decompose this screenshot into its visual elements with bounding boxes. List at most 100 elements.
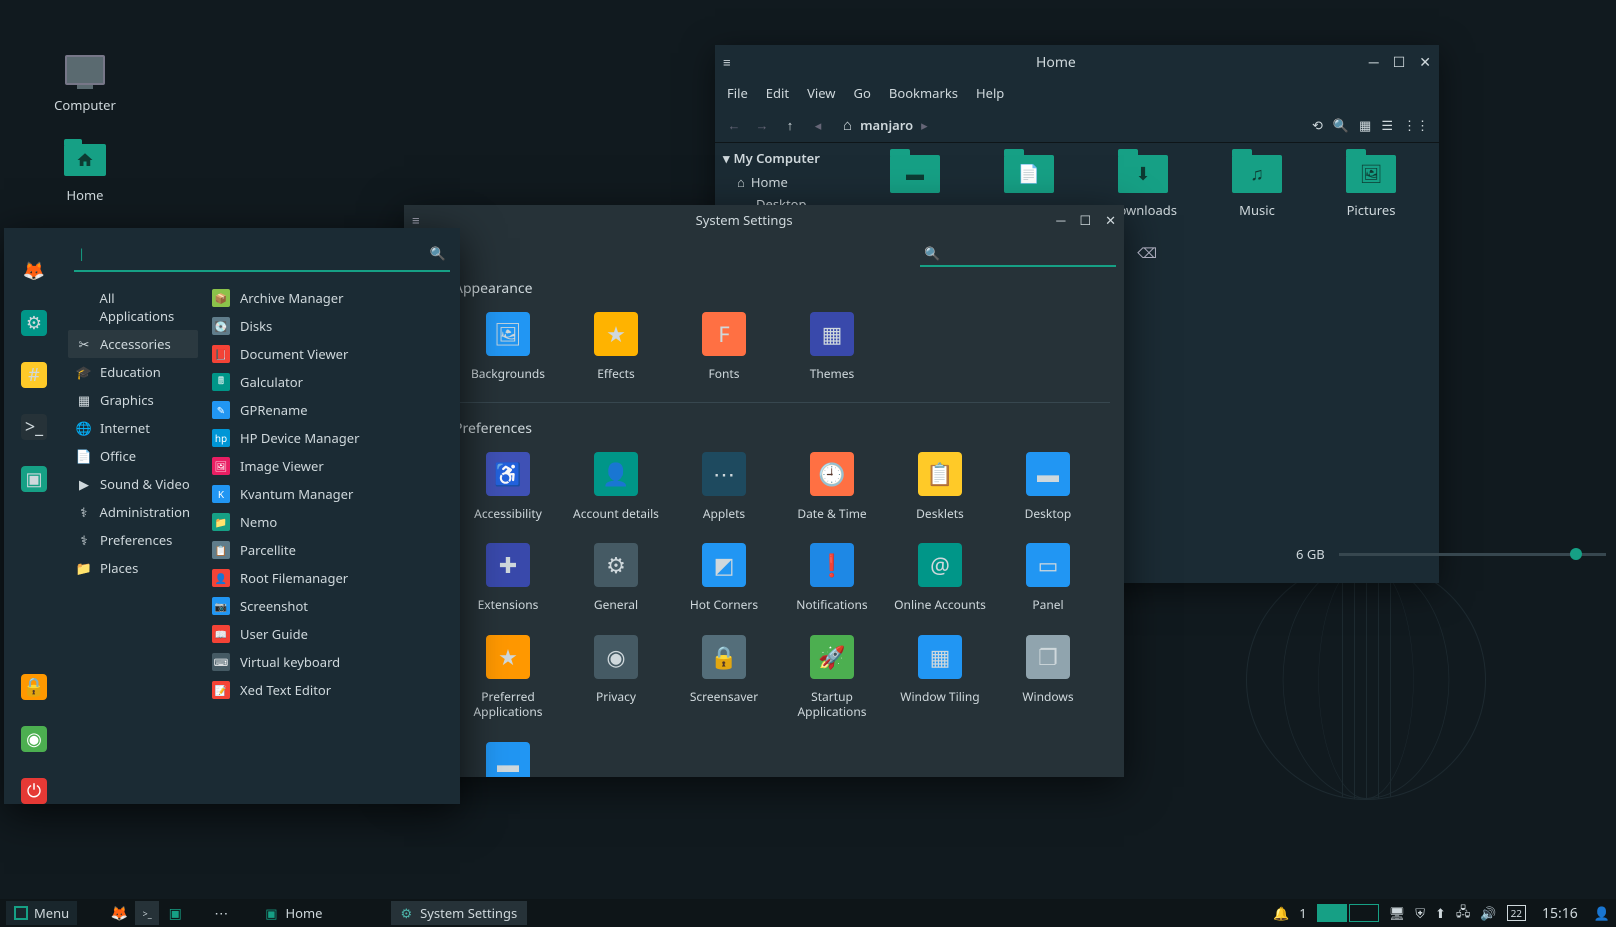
settings-applets[interactable]: ⋯Applets (670, 452, 778, 540)
menu-file[interactable]: File (727, 84, 748, 102)
notes-icon[interactable]: # (21, 362, 47, 388)
network-icon[interactable]: 🖧 (1456, 902, 1471, 925)
settings-extensions[interactable]: ✚Extensions (454, 543, 562, 631)
disk-track[interactable] (1339, 553, 1606, 556)
settings-online-accounts[interactable]: @Online Accounts (886, 543, 994, 631)
app-galculator[interactable]: 🖩Galculator (206, 368, 456, 396)
list-view-button[interactable]: ☰ (1381, 116, 1393, 134)
files-icon[interactable]: ▣ (21, 466, 47, 492)
app-image-viewer[interactable]: 🖼Image Viewer (206, 452, 456, 480)
category-graphics[interactable]: ▦Graphics (68, 386, 198, 414)
settings-general[interactable]: ⚙General (562, 543, 670, 631)
settings-accessibility[interactable]: ♿Accessibility (454, 452, 562, 540)
search-field[interactable]: 🔍 ⌫ (920, 241, 1116, 267)
settings-privacy[interactable]: ◉Privacy (562, 635, 670, 738)
terminal-icon[interactable]: >_ (21, 414, 47, 440)
app-parcellite[interactable]: 📋Parcellite (206, 536, 456, 564)
lock-icon[interactable]: 🔒 (21, 674, 47, 700)
category-office[interactable]: 📄Office (68, 442, 198, 470)
app-document-viewer[interactable]: 📕Document Viewer (206, 340, 456, 368)
app-root-filemanager[interactable]: 👤Root Filemanager (206, 564, 456, 592)
battery-icon[interactable]: 22 (1507, 905, 1526, 921)
app-xed-text-editor[interactable]: 📝Xed Text Editor (206, 676, 456, 704)
maximize-button[interactable]: ☐ (1393, 53, 1406, 72)
window-titlebar[interactable]: ≡ Home ─ ☐ ✕ (715, 45, 1439, 79)
app-archive-manager[interactable]: 📦Archive Manager (206, 284, 456, 312)
category-preferences[interactable]: ⚕Preferences (68, 526, 198, 554)
display-icon[interactable]: 🖥 (1389, 904, 1406, 922)
logout-icon[interactable]: ◉ (21, 726, 47, 752)
settings-hot-corners[interactable]: ◩Hot Corners (670, 543, 778, 631)
app-screenshot[interactable]: 📷Screenshot (206, 592, 456, 620)
app-hp-device-manager[interactable]: hpHP Device Manager (206, 424, 456, 452)
menu-go[interactable]: Go (854, 84, 871, 102)
task-home[interactable]: ▣ Home (255, 901, 332, 925)
desktop-icon-home[interactable]: Home (35, 140, 135, 204)
category-accessories[interactable]: ✂Accessories (68, 330, 198, 358)
settings-workspaces[interactable]: ▬Workspaces (454, 742, 562, 777)
folder-music[interactable]: ♫Music (1201, 155, 1313, 219)
settings-desktop[interactable]: ▬Desktop (994, 452, 1102, 540)
workspace-switcher[interactable] (1317, 904, 1379, 922)
launcher-firefox[interactable]: 🦊 (107, 901, 131, 925)
back-button[interactable]: ← (725, 116, 743, 134)
window-titlebar[interactable]: ≡ System Settings ─ ☐ ✕ (404, 205, 1124, 235)
settings-effects[interactable]: ★Effects (562, 312, 670, 400)
app-gprename[interactable]: ✎GPRename (206, 396, 456, 424)
prev-path-button[interactable]: ◂ (809, 116, 827, 134)
app-disks[interactable]: 💽Disks (206, 312, 456, 340)
shutdown-icon[interactable]: ⏻ (21, 778, 47, 804)
search-input[interactable] (946, 244, 1131, 262)
volume-icon[interactable]: 🔊 (1480, 904, 1496, 922)
menu-search-input[interactable] (89, 244, 430, 263)
forward-button[interactable]: → (753, 116, 771, 134)
minimize-button[interactable]: ─ (1056, 211, 1065, 229)
settings-themes[interactable]: ▦Themes (778, 312, 886, 400)
settings-startup-applications[interactable]: 🚀Startup Applications (778, 635, 886, 738)
category-internet[interactable]: 🌐Internet (68, 414, 198, 442)
maximize-button[interactable]: ☐ (1079, 211, 1091, 229)
search-icon[interactable]: 🔍 (1333, 116, 1349, 134)
settings-desklets[interactable]: 📋Desklets (886, 452, 994, 540)
menu-bookmarks[interactable]: Bookmarks (889, 84, 958, 102)
settings-backgrounds[interactable]: 🖼Backgrounds (454, 312, 562, 400)
settings-window-tiling[interactable]: ▦Window Tiling (886, 635, 994, 738)
settings-notifications[interactable]: ❗Notifications (778, 543, 886, 631)
settings-date-time[interactable]: 🕘Date & Time (778, 452, 886, 540)
workspace-2[interactable] (1349, 904, 1379, 922)
sidebar-header[interactable]: ▾My Computer (723, 149, 847, 167)
up-button[interactable]: ↑ (781, 116, 799, 134)
settings-fonts[interactable]: FFonts (670, 312, 778, 400)
hamburger-icon[interactable]: ≡ (723, 53, 743, 71)
workspace-1[interactable] (1317, 904, 1347, 922)
settings-icon[interactable]: ⚙ (21, 310, 47, 336)
breadcrumb[interactable]: ⌂ manjaro ▸ (843, 115, 928, 135)
category-all-applications[interactable]: All Applications (68, 284, 198, 330)
firefox-icon[interactable]: 🦊 (21, 258, 47, 284)
menu-edit[interactable]: Edit (766, 84, 789, 102)
icon-view-button[interactable]: ▦ (1359, 116, 1371, 134)
launcher-terminal[interactable]: >_ (135, 901, 159, 925)
app-virtual-keyboard[interactable]: ⌨Virtual keyboard (206, 648, 456, 676)
menu-help[interactable]: Help (976, 84, 1004, 102)
toggle-path-icon[interactable]: ⟲ (1312, 116, 1323, 134)
settings-panel[interactable]: ▭Panel (994, 543, 1102, 631)
shield-icon[interactable]: ⛨ (1415, 904, 1425, 922)
notification-icon[interactable]: 🔔 (1273, 904, 1289, 922)
hamburger-icon[interactable]: ≡ (412, 211, 432, 229)
category-sound-video[interactable]: ▶Sound & Video (68, 470, 198, 498)
app-nemo[interactable]: 📁Nemo (206, 508, 456, 536)
menu-view[interactable]: View (807, 84, 835, 102)
launcher-files[interactable]: ▣ (163, 901, 187, 925)
settings-windows[interactable]: ❐Windows (994, 635, 1102, 738)
category-education[interactable]: 🎓Education (68, 358, 198, 386)
menu-search[interactable]: | 🔍 (74, 236, 450, 272)
close-button[interactable]: ✕ (1419, 53, 1431, 72)
app-kvantum-manager[interactable]: KKvantum Manager (206, 480, 456, 508)
category-administration[interactable]: ⚕Administration (68, 498, 198, 526)
launcher-more[interactable]: ⋯ (209, 901, 233, 925)
menu-button[interactable]: Menu (6, 901, 77, 925)
backspace-icon[interactable]: ⌫ (1137, 244, 1157, 263)
updates-icon[interactable]: ⬆ (1435, 904, 1446, 922)
desktop-icon-computer[interactable]: Computer (35, 50, 135, 114)
